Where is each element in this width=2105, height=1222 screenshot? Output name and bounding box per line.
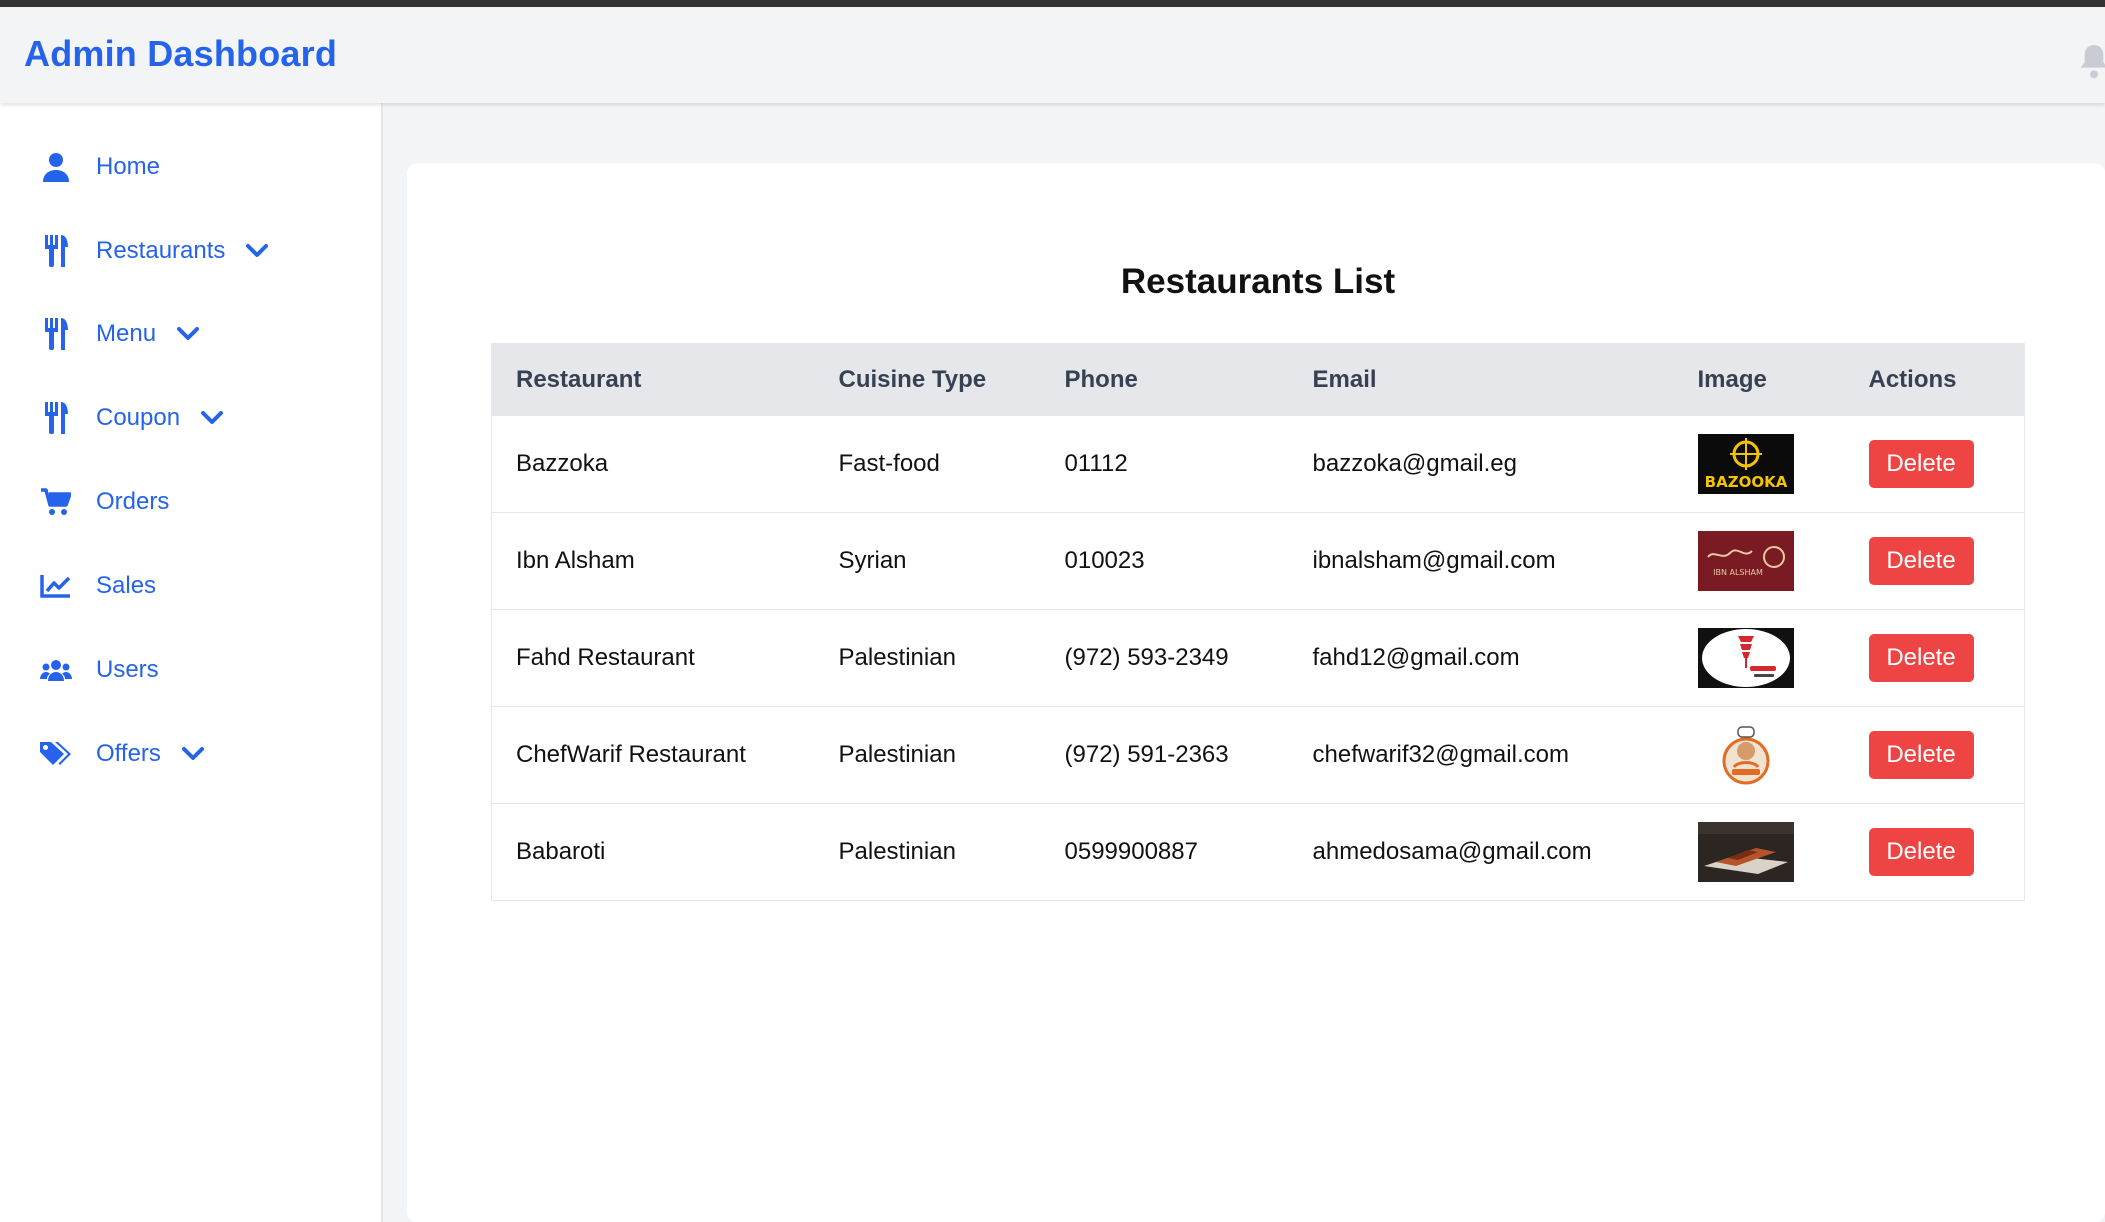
column-header-actions: Actions	[1844, 343, 2025, 416]
bell-icon[interactable]	[2078, 41, 2105, 81]
sidebar-item-label: Menu	[96, 320, 157, 347]
cell-email: fahd12@gmail.com	[1288, 609, 1674, 707]
delete-button[interactable]: Delete	[1868, 731, 1974, 779]
chevron-down-icon[interactable]	[181, 742, 205, 766]
app-header: Admin Dashboard	[0, 7, 2105, 103]
delete-button[interactable]: Delete	[1868, 828, 1974, 876]
cell-email: ibnalsham@gmail.com	[1288, 512, 1674, 610]
column-header-cuisine: Cuisine Type	[814, 343, 1041, 416]
column-header-email: Email	[1288, 343, 1674, 416]
cell-restaurant: Fahd Restaurant	[491, 609, 815, 707]
chart-line-icon	[40, 570, 72, 602]
cell-cuisine: Palestinian	[814, 803, 1041, 901]
sidebar-item-label: Restaurants	[96, 237, 226, 264]
cell-image	[1673, 609, 1845, 707]
utensils-icon	[40, 318, 72, 350]
cell-email: bazzoka@gmail.eg	[1288, 415, 1674, 513]
cell-phone: 0599900887	[1040, 803, 1289, 901]
delete-button[interactable]: Delete	[1868, 634, 1974, 682]
column-header-restaurant: Restaurant	[491, 343, 815, 416]
table-row: Bazzoka Fast-food 01112 bazzoka@gmail.eg…	[491, 415, 2025, 513]
cell-image: BAZOOKA	[1673, 415, 1845, 513]
cell-restaurant: Bazzoka	[491, 415, 815, 513]
svg-text:IBN ALSHAM: IBN ALSHAM	[1713, 568, 1763, 577]
cart-icon	[40, 486, 72, 518]
cell-cuisine: Fast-food	[814, 415, 1041, 513]
sidebar-item-menu[interactable]: Menu	[40, 310, 200, 358]
sidebar-item-restaurants[interactable]: Restaurants	[40, 227, 269, 275]
table-row: ChefWarif Restaurant Palestinian (972) 5…	[491, 706, 2025, 804]
sidebar-item-label: Orders	[96, 488, 170, 515]
user-icon	[40, 151, 72, 183]
cell-cuisine: Syrian	[814, 512, 1041, 610]
table-row: Fahd Restaurant Palestinian (972) 593-23…	[491, 609, 2025, 707]
cell-phone: (972) 591-2363	[1040, 706, 1289, 804]
cell-restaurant: Ibn Alsham	[491, 512, 815, 610]
table-row: Ibn Alsham Syrian 010023 ibnalsham@gmail…	[491, 512, 2025, 610]
sidebar-item-label: Coupon	[96, 404, 181, 431]
cell-cuisine: Palestinian	[814, 609, 1041, 707]
cell-phone: (972) 593-2349	[1040, 609, 1289, 707]
restaurant-logo-image: IBN ALSHAM	[1697, 531, 1794, 591]
cell-email: ahmedosama@gmail.com	[1288, 803, 1674, 901]
delete-button[interactable]: Delete	[1868, 440, 1974, 488]
sidebar-item-label: Offers	[96, 740, 161, 767]
restaurant-logo-image: BAZOOKA	[1697, 434, 1794, 494]
sidebar-item-users[interactable]: Users	[40, 646, 159, 694]
sidebar-item-label: Users	[96, 656, 159, 683]
sidebar-item-orders[interactable]: Orders	[40, 478, 169, 526]
cell-restaurant: ChefWarif Restaurant	[491, 706, 815, 804]
users-icon	[40, 654, 72, 686]
sidebar-item-home[interactable]: Home	[40, 143, 160, 191]
delete-button[interactable]: Delete	[1868, 537, 1974, 585]
cell-actions: Delete	[1844, 609, 2025, 707]
restaurant-logo-image	[1697, 725, 1794, 785]
window-top-strip	[0, 0, 2105, 7]
cell-cuisine: Palestinian	[814, 706, 1041, 804]
chevron-down-icon[interactable]	[176, 322, 200, 346]
app-title: Admin Dashboard	[24, 33, 338, 74]
cell-image: IBN ALSHAM	[1673, 512, 1845, 610]
restaurants-table: Restaurant Cuisine Type Phone Email Imag…	[491, 343, 2025, 901]
chevron-down-icon[interactable]	[245, 239, 269, 263]
cell-phone: 010023	[1040, 512, 1289, 610]
cell-restaurant: Babaroti	[491, 803, 815, 901]
column-header-phone: Phone	[1040, 343, 1289, 416]
sidebar-item-offers[interactable]: Offers	[40, 730, 205, 778]
sidebar-item-label: Home	[96, 153, 161, 180]
table-header-row: Restaurant Cuisine Type Phone Email Imag…	[491, 343, 2025, 416]
table-row: Babaroti Palestinian 0599900887 ahmedosa…	[491, 803, 2025, 901]
cell-actions: Delete	[1844, 706, 2025, 804]
restaurant-logo-image	[1697, 628, 1794, 688]
cell-image	[1673, 706, 1845, 804]
sidebar: Home Restaurants Menu Coupon Orders Sale…	[0, 103, 383, 1222]
cell-email: chefwarif32@gmail.com	[1288, 706, 1674, 804]
cell-actions: Delete	[1844, 415, 2025, 513]
svg-text:BAZOOKA: BAZOOKA	[1704, 473, 1787, 491]
utensils-icon	[40, 402, 72, 434]
tags-icon	[40, 738, 72, 770]
cell-actions: Delete	[1844, 512, 2025, 610]
sidebar-item-sales[interactable]: Sales	[40, 562, 156, 610]
page-title: Restaurants List	[1120, 262, 1396, 301]
cell-phone: 01112	[1040, 415, 1289, 513]
cell-actions: Delete	[1844, 803, 2025, 901]
sidebar-item-coupon[interactable]: Coupon	[40, 394, 224, 442]
chevron-down-icon[interactable]	[200, 406, 224, 430]
column-header-image: Image	[1673, 343, 1845, 416]
utensils-icon	[40, 235, 72, 267]
restaurant-logo-image	[1697, 822, 1794, 882]
sidebar-item-label: Sales	[96, 572, 157, 599]
cell-image	[1673, 803, 1845, 901]
